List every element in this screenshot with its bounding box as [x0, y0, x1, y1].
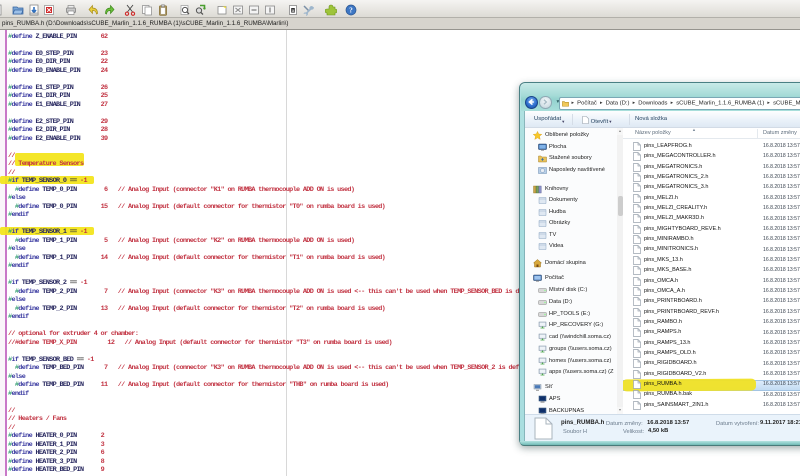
svg-text:?: ? — [349, 6, 353, 14]
